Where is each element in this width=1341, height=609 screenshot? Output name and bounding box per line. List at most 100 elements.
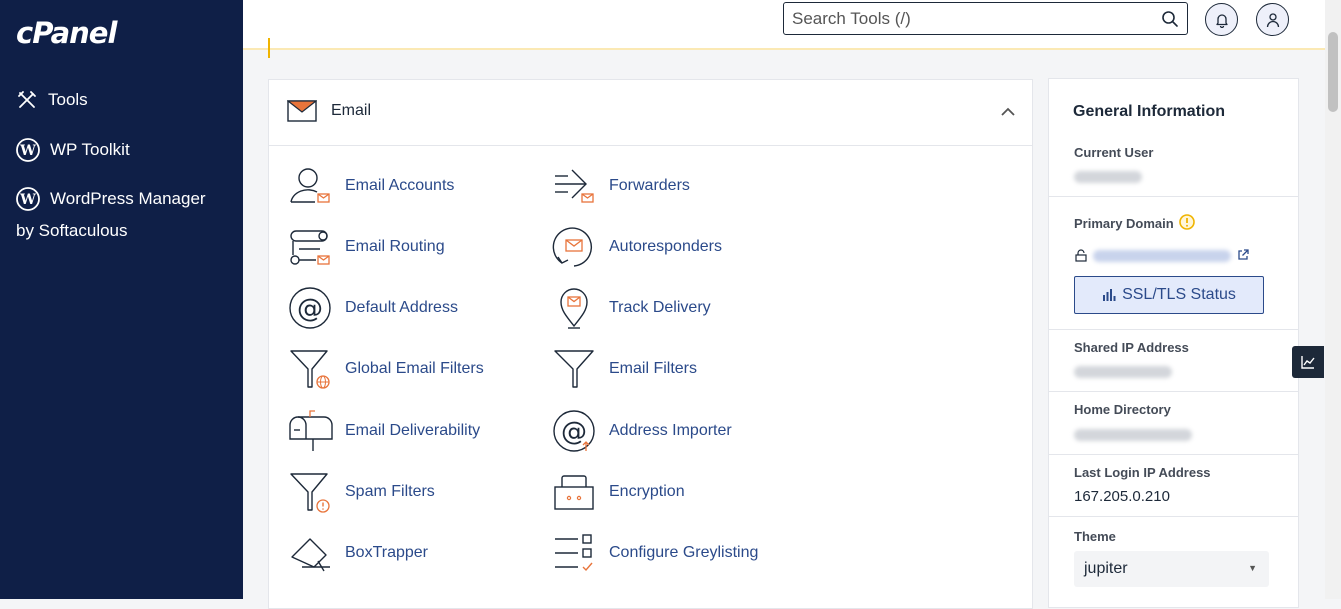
- bell-icon: [1215, 13, 1228, 28]
- tool-label: Spam Filters: [345, 483, 435, 500]
- scrollbar-thumb[interactable]: [1328, 32, 1338, 112]
- tool-global-email-filters[interactable]: Global Email Filters: [287, 345, 484, 393]
- divider: [1049, 329, 1298, 330]
- sidebar: cPanel Tools W WP Toolkit W WordPress Ma…: [0, 0, 243, 599]
- tool-boxtrapper[interactable]: BoxTrapper: [287, 529, 428, 577]
- ssl-button-label: SSL/TLS Status: [1122, 286, 1236, 303]
- search-input[interactable]: [784, 3, 1154, 34]
- current-user-value-redacted: [1074, 171, 1142, 183]
- greylisting-icon: [555, 534, 593, 572]
- cpanel-logo[interactable]: cPanel: [16, 16, 117, 50]
- tool-spam-filters[interactable]: Spam Filters: [287, 468, 435, 516]
- tool-email-deliverability[interactable]: Email Deliverability: [287, 407, 480, 455]
- theme-selected-value: jupiter: [1084, 560, 1128, 577]
- tool-label: Encryption: [609, 483, 685, 500]
- page-scrollbar[interactable]: [1325, 0, 1341, 599]
- tool-label: Forwarders: [609, 177, 690, 194]
- tool-label: Global Email Filters: [345, 360, 484, 377]
- tool-autoresponders[interactable]: Autoresponders: [551, 223, 722, 271]
- tool-label: Configure Greylisting: [609, 544, 759, 561]
- global-filter-icon: [290, 350, 330, 389]
- sidebar-item-tools[interactable]: Tools: [16, 89, 88, 111]
- home-directory-label: Home Directory: [1074, 402, 1171, 417]
- tool-label: Email Routing: [345, 238, 445, 255]
- sidebar-item-wordpress-manager[interactable]: W WordPress Manager: [16, 187, 206, 211]
- svg-text:@: @: [297, 294, 323, 324]
- divider: [1049, 516, 1298, 517]
- shared-ip-label: Shared IP Address: [1074, 340, 1189, 355]
- track-delivery-icon: [560, 288, 588, 329]
- divider: [1049, 454, 1298, 455]
- notifications-button[interactable]: [1205, 3, 1238, 36]
- tool-label: Email Filters: [609, 360, 698, 377]
- tool-label: Email Deliverability: [345, 422, 481, 439]
- email-section-header[interactable]: Email: [269, 80, 1032, 146]
- primary-domain-label: Primary Domain: [1074, 216, 1174, 231]
- tool-label: Default Address: [345, 299, 458, 316]
- search-icon[interactable]: [1161, 10, 1179, 28]
- primary-domain-value-redacted[interactable]: [1093, 250, 1231, 262]
- mailbox-icon: [289, 410, 333, 451]
- ssl-tls-status-button[interactable]: SSL/TLS Status: [1074, 276, 1264, 314]
- dropdown-caret-icon: ▼: [1248, 563, 1257, 573]
- tool-label: Email Accounts: [345, 177, 455, 194]
- divider: [1049, 391, 1298, 392]
- tool-default-address[interactable]: @ Default Address: [287, 284, 458, 332]
- default-address-icon: @: [289, 287, 331, 329]
- theme-label: Theme: [1074, 529, 1116, 544]
- panel-title: General Information: [1073, 103, 1226, 120]
- chevron-up-icon[interactable]: [1000, 104, 1016, 120]
- tool-address-importer[interactable]: @ Address Importer: [551, 407, 732, 455]
- external-link-icon[interactable]: [1237, 249, 1249, 261]
- user-icon: [1266, 12, 1279, 27]
- email-routing-icon: [290, 230, 330, 265]
- address-importer-icon: @: [553, 410, 595, 452]
- sidebar-item-wp-toolkit[interactable]: W WP Toolkit: [16, 138, 130, 162]
- svg-text:W: W: [19, 143, 36, 159]
- svg-text:@: @: [561, 417, 587, 447]
- tool-label: Track Delivery: [609, 299, 711, 316]
- email-section-card: Email Email Accounts Email Routing @ Def…: [268, 79, 1033, 609]
- current-user-label: Current User: [1074, 145, 1154, 160]
- unlock-icon: [1075, 249, 1087, 262]
- sidebar-item-label-line2[interactable]: by Softaculous: [16, 221, 128, 241]
- tool-label: Autoresponders: [609, 238, 722, 255]
- home-directory-value-redacted: [1074, 429, 1192, 441]
- tool-email-routing[interactable]: Email Routing: [287, 223, 445, 271]
- envelope-icon: [287, 100, 317, 122]
- warning-icon[interactable]: [1179, 214, 1195, 230]
- filter-icon: [554, 350, 594, 388]
- statistics-toggle-button[interactable]: [1292, 346, 1324, 378]
- user-menu-button[interactable]: [1256, 3, 1289, 36]
- tool-email-accounts[interactable]: Email Accounts: [287, 162, 454, 210]
- svg-text:W: W: [19, 192, 36, 208]
- tool-email-filters[interactable]: Email Filters: [551, 345, 697, 393]
- last-login-ip-value: 167.205.0.210: [1074, 488, 1170, 505]
- boxtrapper-icon: [291, 538, 330, 572]
- tool-encryption[interactable]: Encryption: [551, 468, 685, 516]
- wordpress-icon: W: [16, 138, 40, 162]
- sidebar-item-label: WP Toolkit: [50, 140, 130, 159]
- bar-chart-icon: [1103, 289, 1116, 301]
- shared-ip-value-redacted: [1074, 366, 1172, 378]
- spam-filter-icon: [290, 473, 330, 513]
- sidebar-item-label: Tools: [48, 90, 88, 109]
- encryption-icon: [554, 475, 594, 510]
- tool-label: BoxTrapper: [345, 544, 428, 561]
- wordpress-icon: W: [16, 187, 40, 211]
- search-tools-box[interactable]: [783, 2, 1188, 35]
- section-title: Email: [331, 102, 372, 119]
- general-information-panel: General Information Current User Primary…: [1048, 78, 1299, 608]
- warning-notice-edge: [268, 38, 270, 58]
- tools-icon: [18, 91, 36, 108]
- divider: [1049, 196, 1298, 197]
- last-login-ip-label: Last Login IP Address: [1074, 465, 1211, 480]
- tool-forwarders[interactable]: Forwarders: [551, 162, 690, 210]
- email-accounts-icon: [290, 168, 330, 203]
- forwarders-icon: [555, 169, 594, 203]
- autoresponder-icon: [552, 227, 593, 267]
- tool-configure-greylisting[interactable]: Configure Greylisting: [551, 529, 758, 577]
- tool-track-delivery[interactable]: Track Delivery: [551, 284, 711, 332]
- sidebar-item-label: WordPress Manager: [50, 189, 206, 208]
- theme-select[interactable]: jupiter ▼: [1074, 551, 1269, 587]
